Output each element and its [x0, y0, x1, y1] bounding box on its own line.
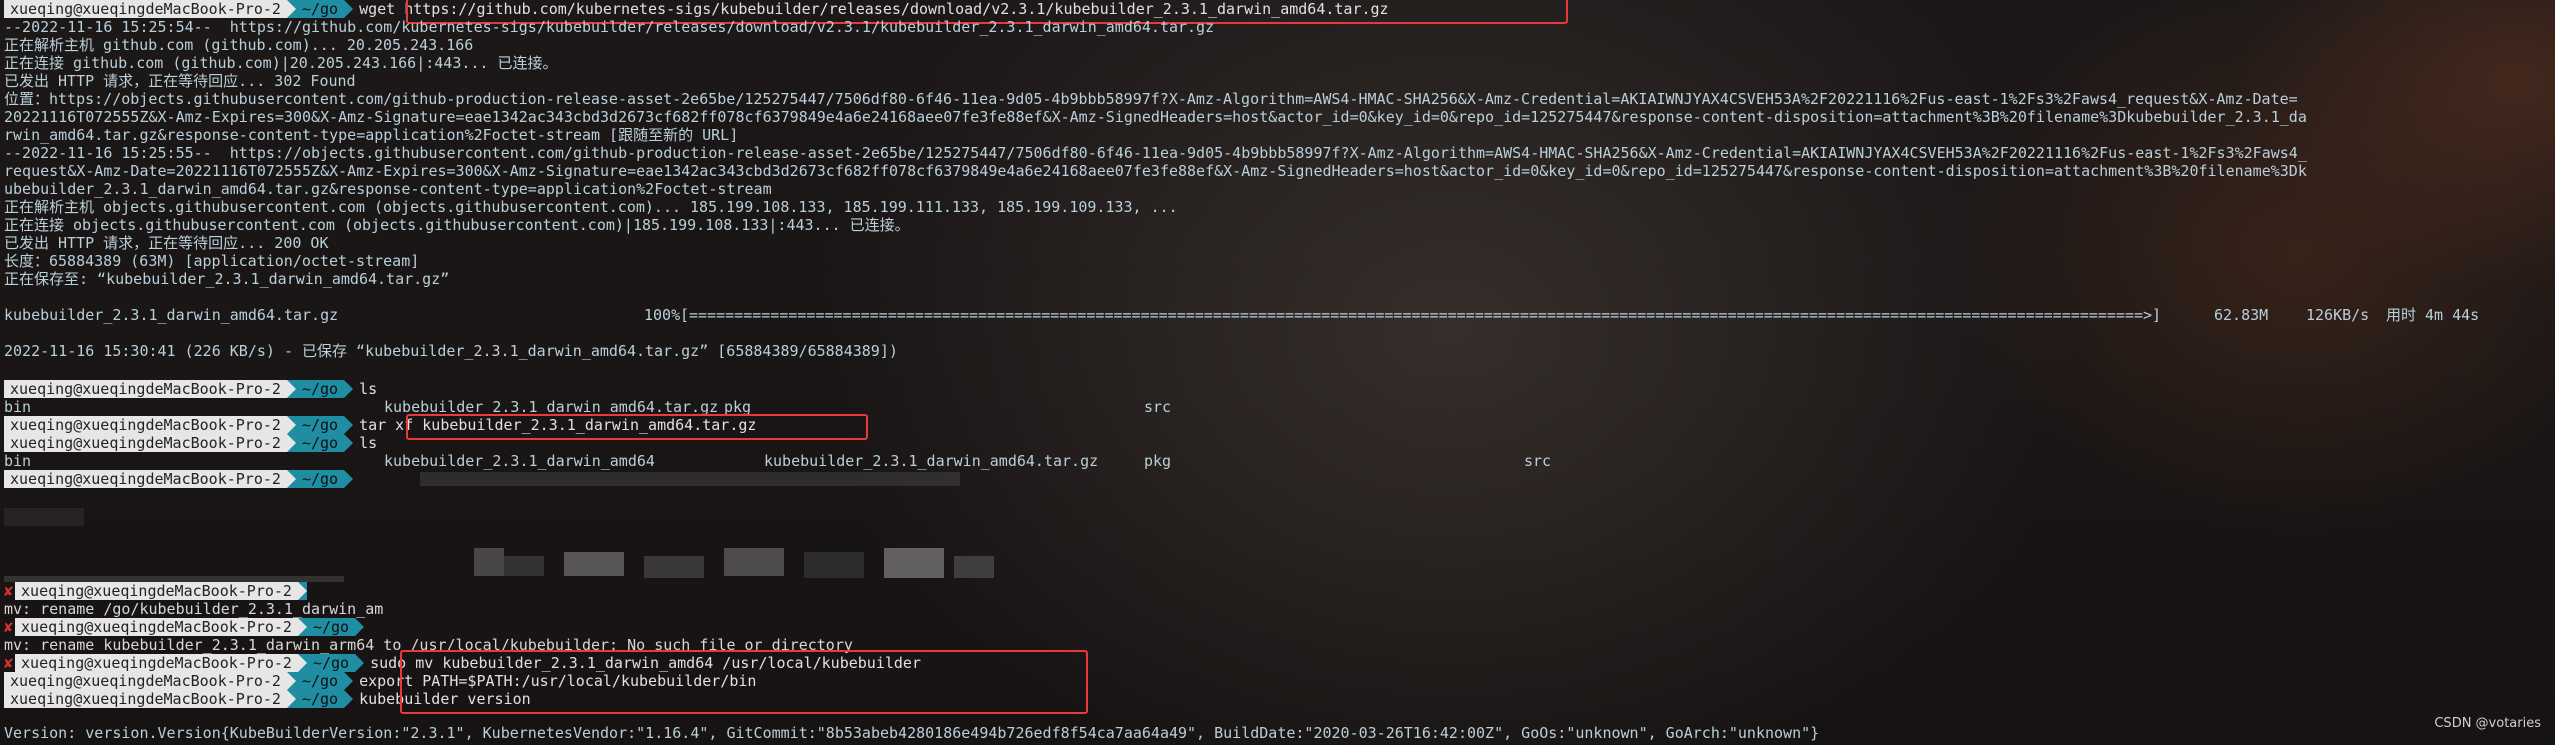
- progress-percent: 100%: [644, 306, 681, 324]
- wget-output-line: 长度：65884389 (63M) [application/octet-str…: [4, 252, 420, 270]
- ls-command: ls: [359, 380, 378, 398]
- prompt-user: xueqing@xueqingdeMacBook-Pro-2: [4, 0, 287, 18]
- prompt-separator-icon: [344, 434, 354, 452]
- wget-output-line: 正在解析主机 objects.githubusercontent.com (ob…: [4, 198, 1178, 216]
- progress-speed: 126KB/s: [2306, 306, 2370, 324]
- ls-item: kubebuilder_2.3.1_darwin_amd64: [384, 452, 655, 470]
- progress-bar: [=======================================…: [680, 306, 2162, 324]
- ls-item: bin: [4, 398, 32, 416]
- prompt-user: xueqing@xueqingdeMacBook-Pro-2: [4, 380, 287, 398]
- ls-item: src: [1144, 398, 1172, 416]
- prompt-user: xueqing@xueqingdeMacBook-Pro-2: [4, 690, 287, 708]
- progress-time: 用时 4m 44s: [2386, 306, 2480, 324]
- wget-output-line: 已发出 HTTP 请求，正在等待回应... 302 Found: [4, 72, 356, 90]
- wget-output-line: 已发出 HTTP 请求，正在等待回应... 200 OK: [4, 234, 329, 252]
- wget-output-line: --2022-11-16 15:25:55-- https://objects.…: [4, 144, 2307, 162]
- prompt-line: xueqing@xueqingdeMacBook-Pro-2 ~/go: [4, 470, 354, 488]
- prompt-dir: ~/go: [295, 672, 345, 690]
- prompt-separator-icon: [286, 672, 296, 690]
- prompt-user: xueqing@xueqingdeMacBook-Pro-2: [4, 470, 287, 488]
- version-output: Version: version.Version{KubeBuilderVers…: [4, 724, 1820, 742]
- wget-output-line: 正在保存至: “kubebuilder_2.3.1_darwin_amd64.t…: [4, 270, 450, 288]
- prompt-line: xueqing@xueqingdeMacBook-Pro-2 ~/go ls: [4, 434, 377, 452]
- prompt-separator-icon: [286, 0, 296, 18]
- ls-command: ls: [359, 434, 378, 452]
- prompt-dir: ~/go: [295, 470, 345, 488]
- prompt-separator-icon: [297, 654, 307, 672]
- prompt-line: ✘ xueqing@xueqingdeMacBook-Pro-2: [4, 582, 307, 600]
- ls-item: kubebuilder_2.3.1_darwin_amd64.tar.gz: [764, 452, 1099, 470]
- highlight-box-install: [400, 650, 1088, 714]
- wget-output-line: 正在连接 github.com (github.com)|20.205.243.…: [4, 54, 558, 72]
- watermark: CSDN @votaries: [2434, 716, 2541, 731]
- prompt-separator-icon: [344, 470, 354, 488]
- prompt-dir: ~/go: [306, 654, 356, 672]
- ls-item: src: [1524, 452, 1552, 470]
- prompt-separator-icon: [344, 416, 354, 434]
- prompt-separator-icon: [286, 690, 296, 708]
- highlight-box-tar: [406, 414, 868, 440]
- wget-output-line: request&X-Amz-Date=20221116T072555Z&X-Am…: [4, 162, 2307, 180]
- prompt-separator-icon: [344, 672, 354, 690]
- wget-output-line: rwin_amd64.tar.gz&response-content-type=…: [4, 126, 739, 144]
- ls-item: pkg: [1144, 452, 1172, 470]
- prompt-dir: ~/go: [295, 0, 345, 18]
- prompt-separator-icon: [344, 0, 354, 18]
- mv-error-line: mv: rename /go/kubebuilder_2.3.1_darwin_…: [4, 600, 384, 618]
- prompt-separator-icon: [355, 618, 365, 636]
- wget-output-line: 20221116T072555Z&X-Amz-Expires=300&X-Amz…: [4, 108, 2307, 126]
- prompt-dir: ~/go: [295, 380, 345, 398]
- prompt-separator-icon: [297, 582, 307, 600]
- prompt-separator-icon: [297, 618, 307, 636]
- prompt-dir: ~/go: [295, 434, 345, 452]
- error-mark-icon: ✘: [4, 654, 14, 672]
- wget-output-line: 正在连接 objects.githubusercontent.com (obje…: [4, 216, 910, 234]
- wget-output-line: --2022-11-16 15:25:54-- https://github.c…: [4, 18, 1215, 36]
- progress-filename: kubebuilder_2.3.1_darwin_amd64.tar.gz: [4, 306, 339, 324]
- error-mark-icon: ✘: [4, 618, 14, 636]
- prompt-line: ✘ xueqing@xueqingdeMacBook-Pro-2 ~/go: [4, 618, 365, 636]
- wget-output-line: 位置：https://objects.githubusercontent.com…: [4, 90, 2298, 108]
- progress-size: 62.83M: [2214, 306, 2269, 324]
- prompt-user: xueqing@xueqingdeMacBook-Pro-2: [15, 654, 298, 672]
- prompt-separator-icon: [286, 470, 296, 488]
- prompt-separator-icon: [355, 654, 365, 672]
- prompt-user: xueqing@xueqingdeMacBook-Pro-2: [15, 582, 298, 600]
- prompt-dir: ~/go: [295, 690, 345, 708]
- wget-output-line: 正在解析主机 github.com (github.com)... 20.205…: [4, 36, 474, 54]
- prompt-separator-icon: [286, 434, 296, 452]
- wget-output-line: ubebuilder_2.3.1_darwin_amd64.tar.gz&res…: [4, 180, 772, 198]
- prompt-dir: ~/go: [306, 618, 356, 636]
- saved-line: 2022-11-16 15:30:41 (226 KB/s) - 已保存 “ku…: [4, 342, 898, 360]
- prompt-user: xueqing@xueqingdeMacBook-Pro-2: [4, 434, 287, 452]
- prompt-separator-icon: [344, 690, 354, 708]
- terminal-window[interactable]: xueqing@xueqingdeMacBook-Pro-2 ~/go wget h…: [4, 0, 2551, 745]
- prompt-separator-icon: [286, 380, 296, 398]
- prompt-user: xueqing@xueqingdeMacBook-Pro-2: [15, 618, 298, 636]
- ls-item: bin: [4, 452, 32, 470]
- ls-output-row: bin kubebuilder_2.3.1_darwin_amd64 kubeb…: [4, 452, 1604, 470]
- error-mark-icon: ✘: [4, 582, 14, 600]
- prompt-separator-icon: [344, 380, 354, 398]
- prompt-user: xueqing@xueqingdeMacBook-Pro-2: [4, 416, 287, 434]
- prompt-line: xueqing@xueqingdeMacBook-Pro-2 ~/go ls: [4, 380, 377, 398]
- prompt-separator-icon: [286, 416, 296, 434]
- prompt-dir: ~/go: [295, 416, 345, 434]
- prompt-user: xueqing@xueqingdeMacBook-Pro-2: [4, 672, 287, 690]
